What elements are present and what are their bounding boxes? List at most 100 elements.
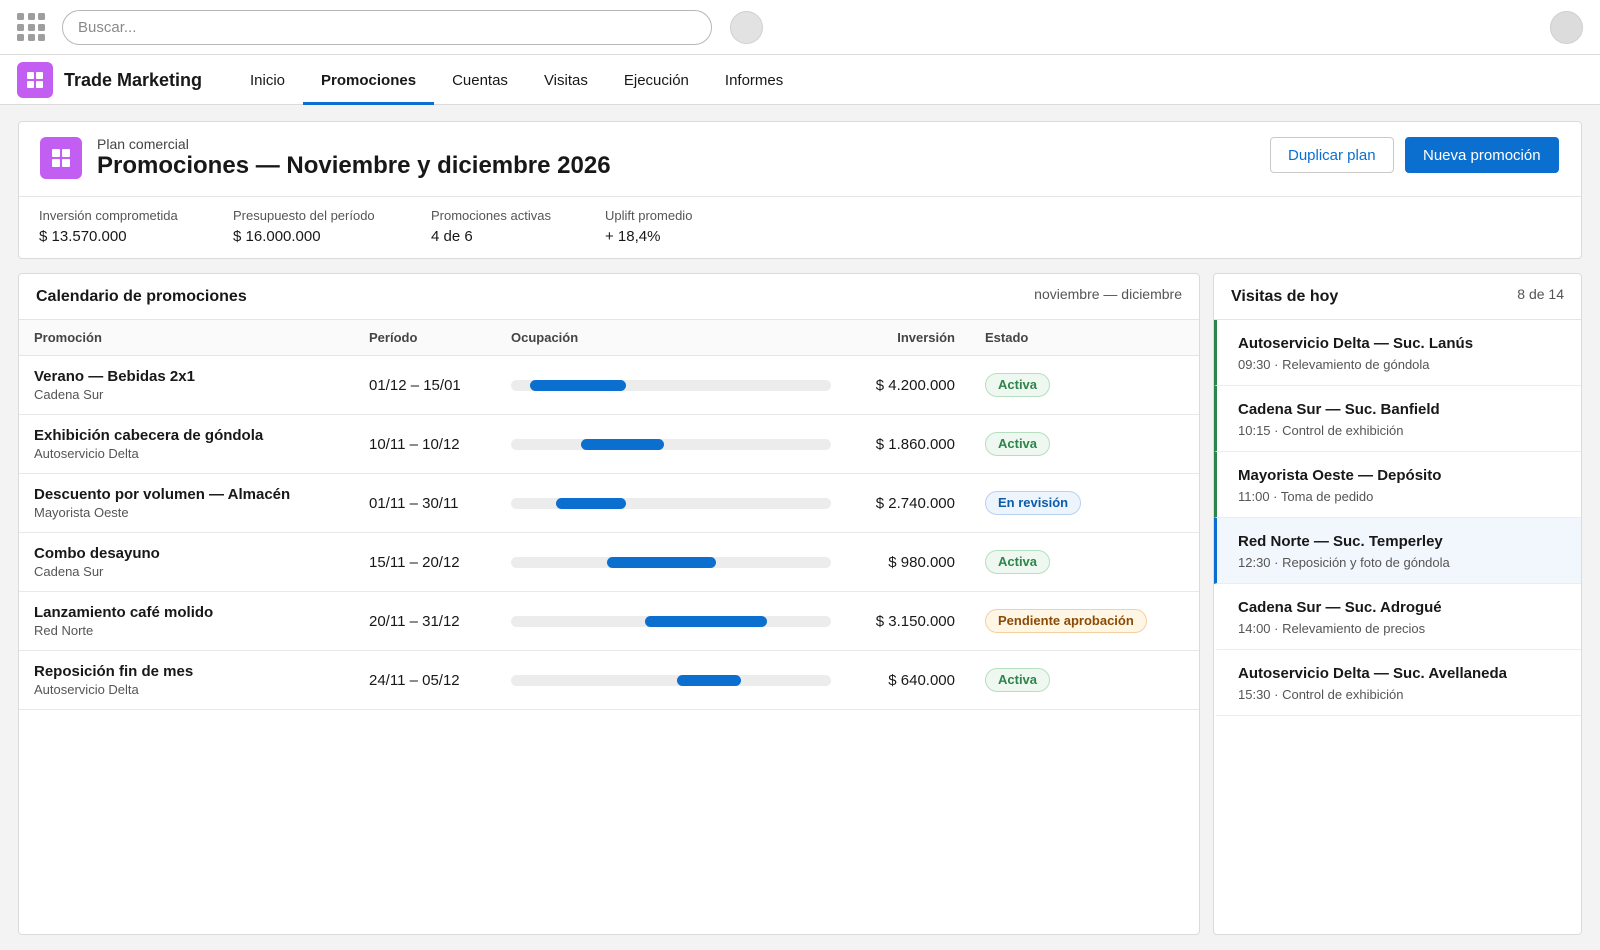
table-row[interactable]: Descuento por volumen — Almacén Mayorista… bbox=[19, 473, 1199, 533]
occupancy-bar bbox=[645, 615, 767, 627]
page-title: Promociones — Noviembre y diciembre 2026 bbox=[97, 152, 611, 179]
app-navigation: Trade Marketing Inicio Promociones Cuentas… bbox=[0, 55, 1600, 105]
promotion-name[interactable]: Descuento por volumen — Almacén bbox=[34, 486, 369, 503]
visit-item[interactable]: Cadena Sur — Suc. Banfield 10:15 · Contro… bbox=[1214, 386, 1581, 452]
tab-inicio[interactable]: Inicio bbox=[232, 55, 303, 105]
duplicate-plan-button[interactable]: Duplicar plan bbox=[1270, 137, 1394, 173]
investment-cell: $ 3.150.000 bbox=[831, 591, 971, 651]
kpi-label: Presupuesto del período bbox=[233, 208, 375, 223]
promotion-cell: Verano — Bebidas 2x1 Cadena Sur bbox=[19, 355, 369, 415]
visit-item[interactable]: Autoservicio Delta — Suc. Avellaneda 15:3… bbox=[1214, 650, 1581, 716]
occupancy-bar bbox=[581, 438, 664, 450]
status-badge: Activa bbox=[985, 373, 1051, 397]
table-row[interactable]: Verano — Bebidas 2x1 Cadena Sur 01/12 – 15… bbox=[19, 355, 1199, 415]
table-row[interactable]: Lanzamiento café molido Red Norte 20/11 – … bbox=[19, 591, 1199, 651]
table-row[interactable]: Reposición fin de mes Autoservicio Delta 2… bbox=[19, 650, 1199, 710]
table-header-row: Promoción Período Ocupación Inversión Es… bbox=[19, 319, 1199, 356]
status-cell: Activa bbox=[971, 414, 1199, 474]
avatar[interactable] bbox=[1550, 11, 1583, 44]
kpi-committed-investment: Inversión comprometida $ 13.570.000 bbox=[39, 208, 178, 245]
status-badge: Activa bbox=[985, 668, 1051, 692]
kpi-value: $ 13.570.000 bbox=[39, 228, 127, 245]
status-badge: Activa bbox=[985, 432, 1051, 456]
calendar-range: noviembre — diciembre bbox=[1034, 286, 1182, 302]
visit-title: Cadena Sur — Suc. Banfield bbox=[1238, 401, 1440, 418]
visit-item[interactable]: Mayorista Oeste — Depósito 11:00 · Toma d… bbox=[1214, 452, 1581, 518]
occupancy-bar bbox=[607, 556, 716, 568]
column-header-inversion[interactable]: Inversión bbox=[831, 319, 971, 356]
investment-cell: $ 4.200.000 bbox=[831, 355, 971, 415]
promotion-cell: Descuento por volumen — Almacén Mayorista… bbox=[19, 473, 369, 533]
investment-cell: $ 640.000 bbox=[831, 650, 971, 710]
visit-item[interactable]: Red Norte — Suc. Temperley 12:30 · Reposi… bbox=[1214, 518, 1581, 584]
visit-list: Autoservicio Delta — Suc. Lanús 09:30 · R… bbox=[1214, 319, 1581, 716]
promotion-account: Autoservicio Delta bbox=[34, 446, 139, 461]
kpi-active-promotions: Promociones activas 4 de 6 bbox=[431, 208, 551, 245]
column-header-ocupacion[interactable]: Ocupación bbox=[511, 319, 831, 356]
page-header: Plan comercial Promociones — Noviembre y… bbox=[18, 121, 1582, 259]
calendar-title: Calendario de promociones bbox=[36, 288, 247, 305]
app-name: Trade Marketing bbox=[64, 70, 203, 90]
promotion-cell: Reposición fin de mes Autoservicio Delta bbox=[19, 650, 369, 710]
promotion-cell: Combo desayuno Cadena Sur bbox=[19, 532, 369, 592]
status-cell: En revisión bbox=[971, 473, 1199, 533]
visits-title: Visitas de hoy bbox=[1231, 288, 1339, 305]
promotion-name[interactable]: Lanzamiento café molido bbox=[34, 604, 369, 621]
kpi-label: Uplift promedio bbox=[605, 208, 693, 223]
status-cell: Pendiente aprobación bbox=[971, 591, 1199, 651]
occupancy-cell bbox=[511, 591, 831, 651]
tab-informes[interactable]: Informes bbox=[707, 55, 801, 105]
period-cell: 10/11 – 10/12 bbox=[369, 414, 511, 474]
tab-ejecucin[interactable]: Ejecución bbox=[606, 55, 707, 105]
column-header-periodo[interactable]: Período bbox=[369, 319, 511, 356]
period-cell: 01/12 – 15/01 bbox=[369, 355, 511, 415]
occupancy-cell bbox=[511, 414, 831, 474]
visit-item[interactable]: Autoservicio Delta — Suc. Lanús 09:30 · R… bbox=[1214, 320, 1581, 386]
promotion-account: Cadena Sur bbox=[34, 564, 104, 579]
status-cell: Activa bbox=[971, 355, 1199, 415]
visit-title: Cadena Sur — Suc. Adrogué bbox=[1238, 599, 1442, 616]
app-launcher-icon[interactable] bbox=[17, 13, 45, 41]
tab-cuentas[interactable]: Cuentas bbox=[434, 55, 526, 105]
grid-app-icon bbox=[17, 62, 53, 98]
visit-item[interactable]: Cadena Sur — Suc. Adrogué 14:00 · Relevam… bbox=[1214, 584, 1581, 650]
visit-detail: 12:30 · Reposición y foto de góndola bbox=[1238, 555, 1450, 570]
column-header-estado[interactable]: Estado bbox=[971, 319, 1199, 356]
promotion-account: Autoservicio Delta bbox=[34, 682, 139, 697]
promotions-calendar-card: Calendario de promociones noviembre — di… bbox=[18, 273, 1200, 935]
kpi-value: 4 de 6 bbox=[431, 228, 473, 245]
visit-detail: 09:30 · Relevamiento de góndola bbox=[1238, 357, 1430, 372]
table-row[interactable]: Exhibición cabecera de góndola Autoservic… bbox=[19, 414, 1199, 474]
investment-cell: $ 1.860.000 bbox=[831, 414, 971, 474]
tab-visitas[interactable]: Visitas bbox=[526, 55, 606, 105]
promotion-name[interactable]: Reposición fin de mes bbox=[34, 663, 369, 680]
visit-detail: 11:00 · Toma de pedido bbox=[1238, 489, 1374, 504]
kpi-label: Inversión comprometida bbox=[39, 208, 178, 223]
occupancy-bar bbox=[556, 497, 626, 509]
column-header-promocion[interactable]: Promoción bbox=[19, 319, 369, 356]
promotion-name[interactable]: Exhibición cabecera de góndola bbox=[34, 427, 369, 444]
kpi-value: $ 16.000.000 bbox=[233, 228, 321, 245]
occupancy-track bbox=[511, 556, 831, 568]
promotion-name[interactable]: Combo desayuno bbox=[34, 545, 369, 562]
promotion-account: Mayorista Oeste bbox=[34, 505, 129, 520]
occupancy-track bbox=[511, 438, 831, 450]
nav-tabs: Inicio Promociones Cuentas Visitas Ejecución… bbox=[232, 55, 801, 105]
occupancy-cell bbox=[511, 650, 831, 710]
occupancy-track bbox=[511, 497, 831, 509]
promotions-table: Promoción Período Ocupación Inversión Es… bbox=[19, 319, 1199, 710]
table-row[interactable]: Combo desayuno Cadena Sur 15/11 – 20/12 $ 9… bbox=[19, 532, 1199, 592]
kpi-period-budget: Presupuesto del período $ 16.000.000 bbox=[233, 208, 375, 245]
new-promotion-button[interactable]: Nueva promoción bbox=[1405, 137, 1559, 173]
visit-detail: 10:15 · Control de exhibición bbox=[1238, 423, 1404, 438]
occupancy-cell bbox=[511, 473, 831, 533]
visit-detail: 15:30 · Control de exhibición bbox=[1238, 687, 1404, 702]
tab-promociones[interactable]: Promociones bbox=[303, 55, 435, 105]
investment-cell: $ 980.000 bbox=[831, 532, 971, 592]
period-cell: 20/11 – 31/12 bbox=[369, 591, 511, 651]
circle-button[interactable] bbox=[730, 11, 763, 44]
search-input[interactable] bbox=[62, 10, 712, 45]
promotion-name[interactable]: Verano — Bebidas 2x1 bbox=[34, 368, 369, 385]
visit-detail: 14:00 · Relevamiento de precios bbox=[1238, 621, 1426, 636]
header-divider bbox=[19, 196, 1581, 197]
